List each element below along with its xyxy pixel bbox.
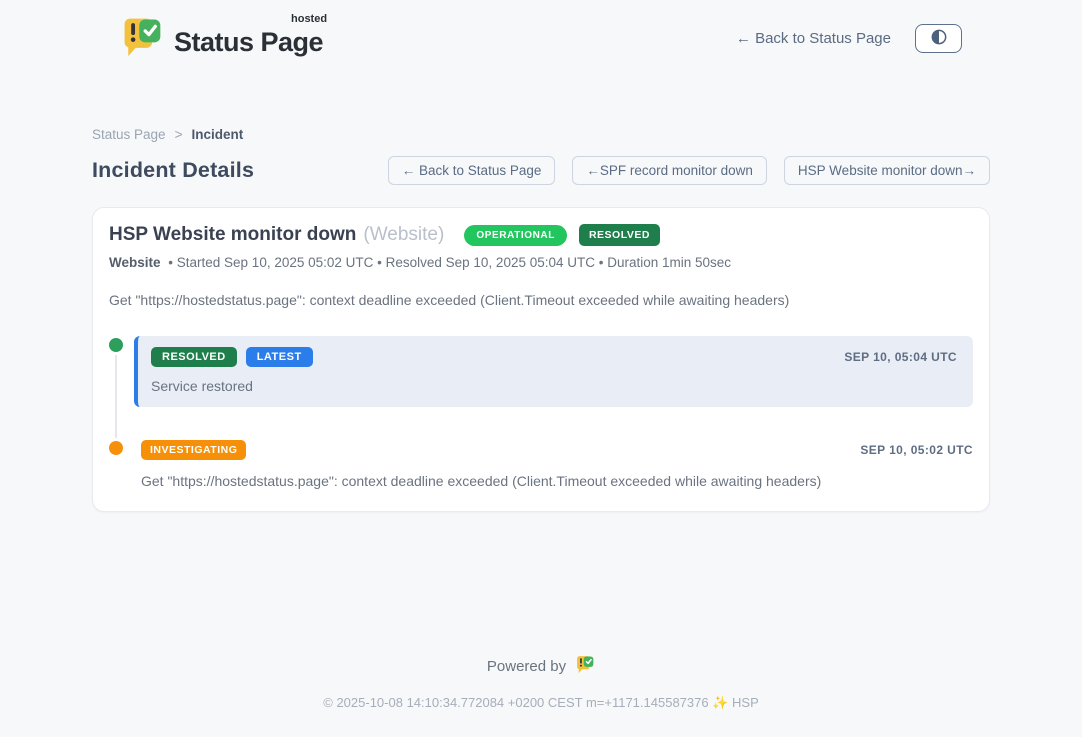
- incident-component: (Website): [363, 224, 444, 246]
- header-back-to-status-page-link[interactable]: ← Back to Status Page: [736, 30, 891, 47]
- timeline-latest-update-box: RESOLVED LATEST SEP 10, 05:04 UTC Servic…: [134, 336, 973, 407]
- incident-title: HSP Website monitor down: [109, 224, 356, 246]
- incident-description: Get "https://hostedstatus.page": context…: [109, 292, 973, 308]
- incident-meta-details: • Started Sep 10, 2025 05:02 UTC • Resol…: [168, 255, 731, 270]
- incident-meta: Website • Started Sep 10, 2025 05:02 UTC…: [109, 255, 973, 270]
- breadcrumb-status-page[interactable]: Status Page: [92, 127, 166, 142]
- timeline-dot-resolved: [109, 338, 123, 352]
- next-incident-button[interactable]: HSP Website monitor down→: [784, 156, 990, 185]
- page-footer: Powered by © 2025-10-08 14:10:34.772084 …: [0, 654, 1082, 737]
- resolved-status-badge: RESOLVED: [579, 224, 660, 246]
- timeline-entry-investigating: INVESTIGATING SEP 10, 05:02 UTC Get "htt…: [109, 439, 973, 489]
- half-circle-theme-icon: [929, 27, 949, 50]
- incident-timeline: RESOLVED LATEST SEP 10, 05:04 UTC Servic…: [109, 336, 973, 489]
- back-to-status-page-button[interactable]: ← Back to Status Page: [388, 156, 556, 185]
- title-row: Incident Details ← Back to Status Page ←…: [92, 156, 990, 185]
- operational-status-badge: OPERATIONAL: [464, 225, 567, 246]
- copyright-line: © 2025-10-08 14:10:34.772084 +0200 CEST …: [0, 695, 1082, 711]
- latest-badge: LATEST: [246, 347, 313, 367]
- brand-name: Status Page hosted: [174, 19, 323, 58]
- timeline-timestamp: SEP 10, 05:04 UTC: [844, 350, 957, 364]
- timeline-entry-content: INVESTIGATING SEP 10, 05:02 UTC Get "htt…: [134, 439, 973, 489]
- brand-logo[interactable]: Status Page hosted: [120, 14, 323, 63]
- incident-nav-buttons: ← Back to Status Page ←SPF record monito…: [388, 156, 990, 185]
- app-header: Status Page hosted ← Back to Status Page: [0, 0, 1082, 73]
- theme-toggle-button[interactable]: [915, 24, 962, 53]
- powered-by-label: Powered by: [487, 658, 566, 675]
- main-content: Status Page > Incident Incident Details …: [0, 73, 1082, 512]
- status-page-logo-icon-small[interactable]: [575, 654, 595, 678]
- investigating-badge: INVESTIGATING: [141, 440, 246, 460]
- timeline-entry-content: RESOLVED LATEST SEP 10, 05:04 UTC Servic…: [134, 336, 973, 407]
- timeline-message: Get "https://hostedstatus.page": context…: [141, 473, 973, 489]
- timeline-entry-resolved: RESOLVED LATEST SEP 10, 05:04 UTC Servic…: [109, 336, 973, 407]
- timeline-message: Service restored: [151, 378, 957, 394]
- breadcrumb-incident: Incident: [191, 127, 243, 142]
- powered-by-row: Powered by: [0, 654, 1082, 678]
- timeline-badge-row: RESOLVED LATEST SEP 10, 05:04 UTC: [151, 347, 957, 367]
- timeline-dot-investigating: [109, 441, 123, 455]
- timeline-badge-row: INVESTIGATING SEP 10, 05:02 UTC: [141, 440, 973, 460]
- status-page-logo-icon: [120, 14, 164, 63]
- prev-incident-button[interactable]: ←SPF record monitor down: [572, 156, 767, 185]
- page-title: Incident Details: [92, 158, 254, 183]
- incident-meta-component: Website: [109, 255, 161, 270]
- timeline-timestamp: SEP 10, 05:02 UTC: [860, 443, 973, 457]
- resolved-badge: RESOLVED: [151, 347, 237, 367]
- incident-card: HSP Website monitor down (Website) OPERA…: [92, 207, 990, 512]
- breadcrumb: Status Page > Incident: [92, 127, 990, 142]
- incident-card-header: HSP Website monitor down (Website) OPERA…: [109, 224, 973, 246]
- brand-superscript: hosted: [291, 13, 327, 25]
- breadcrumb-separator: >: [175, 127, 183, 142]
